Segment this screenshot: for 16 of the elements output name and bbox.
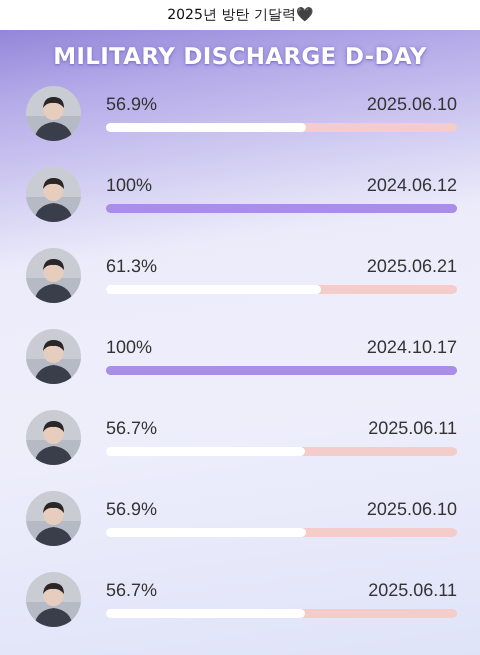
percent-label: 61.3% bbox=[106, 256, 158, 276]
date-label: 2025.06.10 bbox=[366, 498, 457, 520]
percent-label: 100% bbox=[106, 336, 152, 358]
percent-label: 56.9% bbox=[106, 94, 158, 114]
date-label: 2024.10.17 bbox=[366, 336, 457, 358]
percent-label: 56.7% bbox=[106, 580, 158, 600]
date-label: 2025.06.11 bbox=[368, 580, 457, 600]
date-label: 2025.06.21 bbox=[366, 256, 457, 276]
percent-label: 56.7% bbox=[106, 418, 158, 438]
page-title: 2025년 방탄 기달력🖤 bbox=[167, 6, 313, 24]
percent-label: 100% bbox=[106, 174, 152, 196]
date-label: 2025.06.11 bbox=[368, 418, 457, 438]
heading: MILITARY DISCHARGE D-DAY bbox=[53, 44, 427, 70]
percent-label: 56.9% bbox=[106, 498, 158, 520]
date-label: 2024.06.12 bbox=[366, 174, 457, 196]
date-label: 2025.06.10 bbox=[366, 94, 457, 114]
